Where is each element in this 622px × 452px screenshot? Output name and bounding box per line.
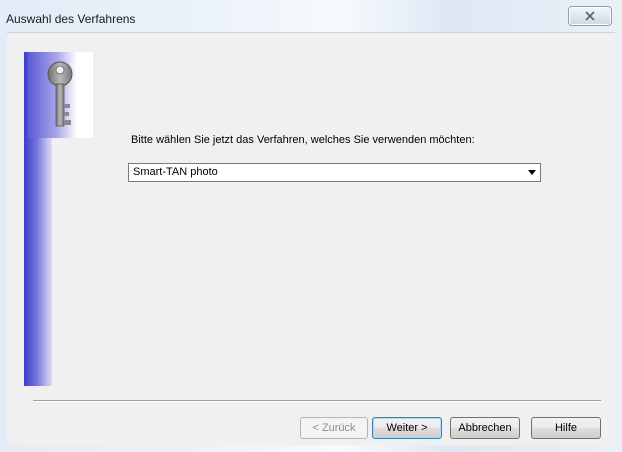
next-button[interactable]: Weiter > bbox=[372, 417, 442, 439]
procedure-dropdown-value: Smart-TAN photo bbox=[133, 166, 218, 178]
dialog-client-area bbox=[7, 32, 615, 445]
chevron-down-icon[interactable] bbox=[528, 170, 536, 175]
close-icon bbox=[585, 11, 595, 21]
button-separator bbox=[33, 400, 601, 402]
procedure-dropdown[interactable]: Smart-TAN photo bbox=[128, 163, 541, 182]
dialog-window: Auswahl des Verfahrens Bitte wählen Sie … bbox=[0, 0, 622, 452]
cancel-button[interactable]: Abbrechen bbox=[450, 417, 520, 439]
help-button[interactable]: Hilfe bbox=[531, 417, 601, 439]
wizard-header-image bbox=[28, 52, 93, 138]
back-button[interactable]: < Zurück bbox=[300, 417, 368, 439]
close-button[interactable] bbox=[568, 6, 612, 26]
window-title: Auswahl des Verfahrens bbox=[6, 12, 136, 26]
title-bar[interactable]: Auswahl des Verfahrens bbox=[0, 0, 622, 32]
procedure-prompt: Bitte wählen Sie jetzt das Verfahren, we… bbox=[131, 134, 475, 146]
